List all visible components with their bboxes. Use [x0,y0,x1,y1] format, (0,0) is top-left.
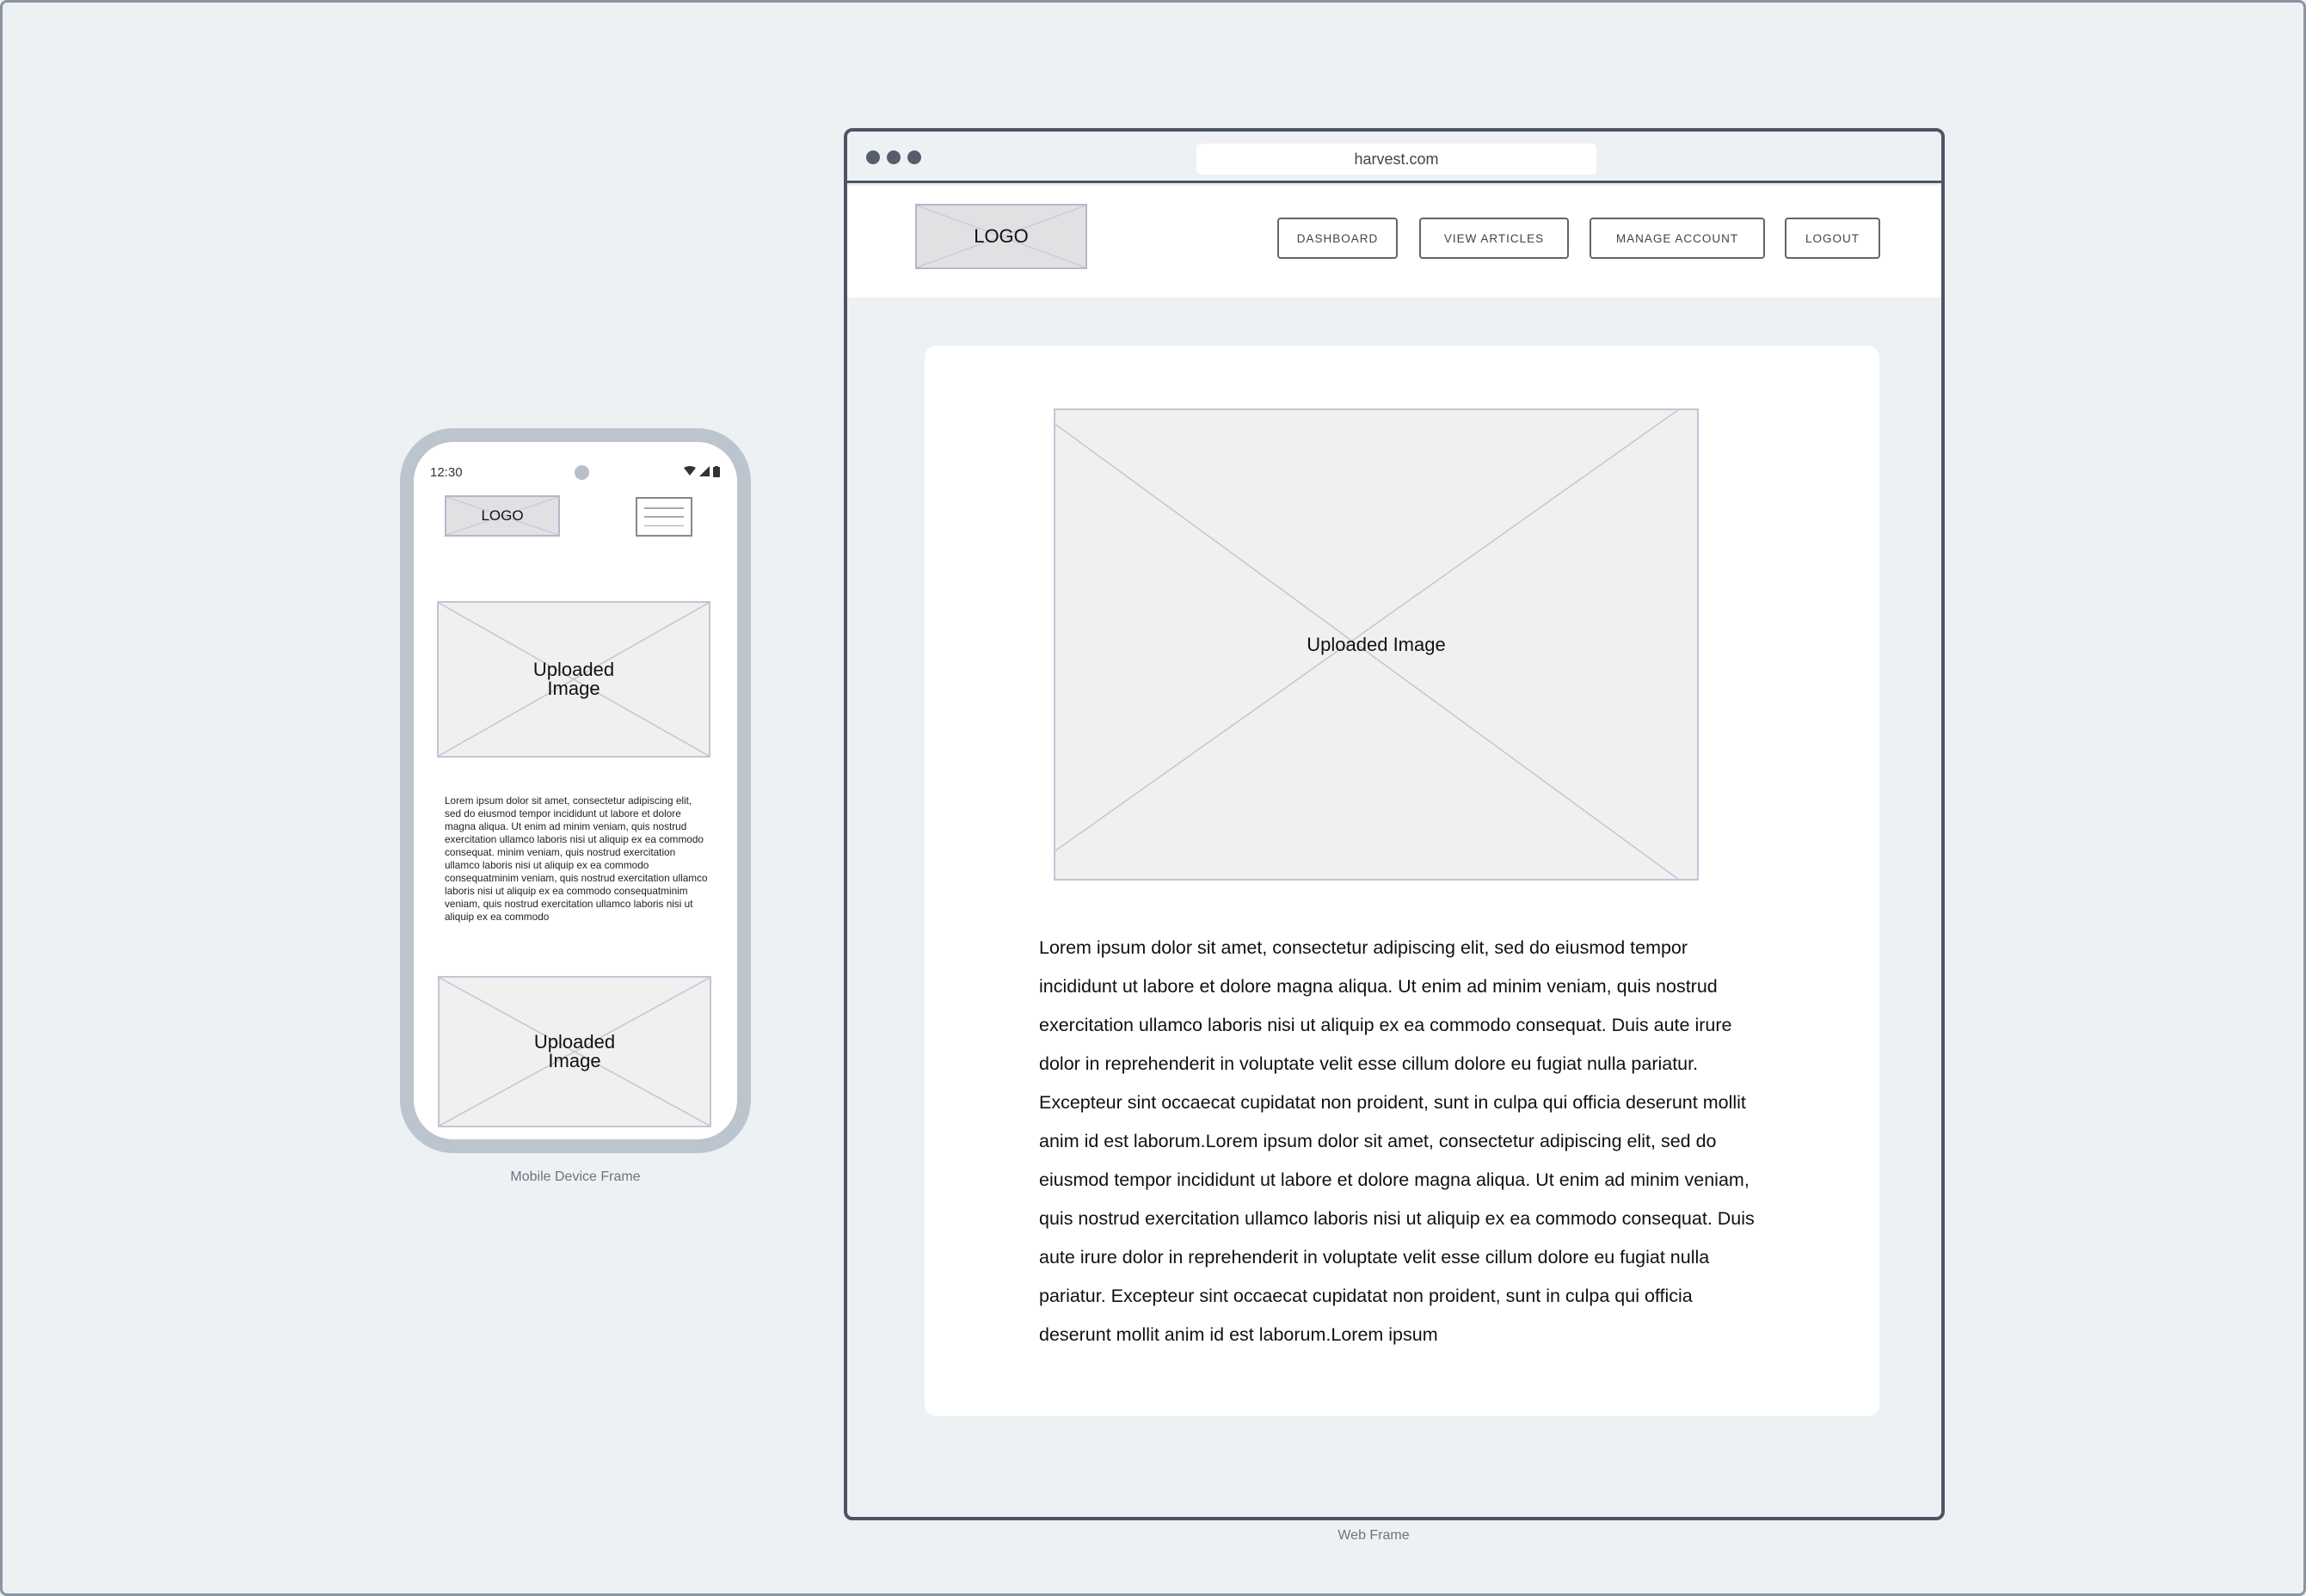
window-dot-icon[interactable] [887,150,901,164]
article-uploaded-image: Uploaded Image [1054,408,1699,881]
article-body-text: Lorem ipsum dolor sit amet, consectetur … [1039,937,1755,1345]
mobile-logo-text: LOGO [481,507,524,524]
nav-manage-account-button[interactable]: MANAGE ACCOUNT [1590,218,1765,259]
status-bar: 12:30 [414,442,737,480]
browser-chrome: harvest.com [847,132,1941,183]
address-bar[interactable]: harvest.com [1196,144,1596,175]
wifi-icon [684,466,696,476]
status-icons [684,465,720,477]
image-label: Uploaded Image [533,1031,616,1071]
signal-icon [699,466,710,476]
window-dot-icon[interactable] [866,150,880,164]
mobile-uploaded-image-2: Uploaded Image [438,976,711,1127]
window-dot-icon[interactable] [907,150,921,164]
mobile-logo[interactable]: LOGO [445,495,560,537]
site-logo[interactable]: LOGO [915,204,1087,269]
hamburger-menu-icon[interactable] [636,497,692,537]
image-label: Uploaded Image [532,659,615,699]
web-frame-caption: Web Frame [1337,1528,1410,1543]
mobile-body-text: Lorem ipsum dolor sit amet, consectetur … [445,795,708,923]
mobile-device-frame: 12:30 LOGO Uploaded Image Lorem ipsum do… [400,428,751,1153]
mobile-uploaded-image-1: Uploaded Image [437,601,710,758]
mobile-frame-caption: Mobile Device Frame [510,1169,641,1184]
nav-view-articles-button[interactable]: VIEW ARTICLES [1419,218,1569,259]
article-card: Uploaded Image Lorem ipsum dolor sit ame… [925,346,1879,1416]
image-label: Uploaded Image [1307,633,1446,655]
site-header: LOGO DASHBOARD VIEW ARTICLES MANAGE ACCO… [847,186,1941,298]
camera-icon [575,465,589,480]
web-frame: harvest.com LOGO DASHBOARD VIEW ARTICLES… [844,128,1945,1520]
battery-icon [713,465,720,477]
status-time: 12:30 [430,465,463,480]
nav-dashboard-button[interactable]: DASHBOARD [1277,218,1398,259]
site-logo-text: LOGO [974,225,1029,247]
nav-logout-button[interactable]: LOGOUT [1785,218,1880,259]
